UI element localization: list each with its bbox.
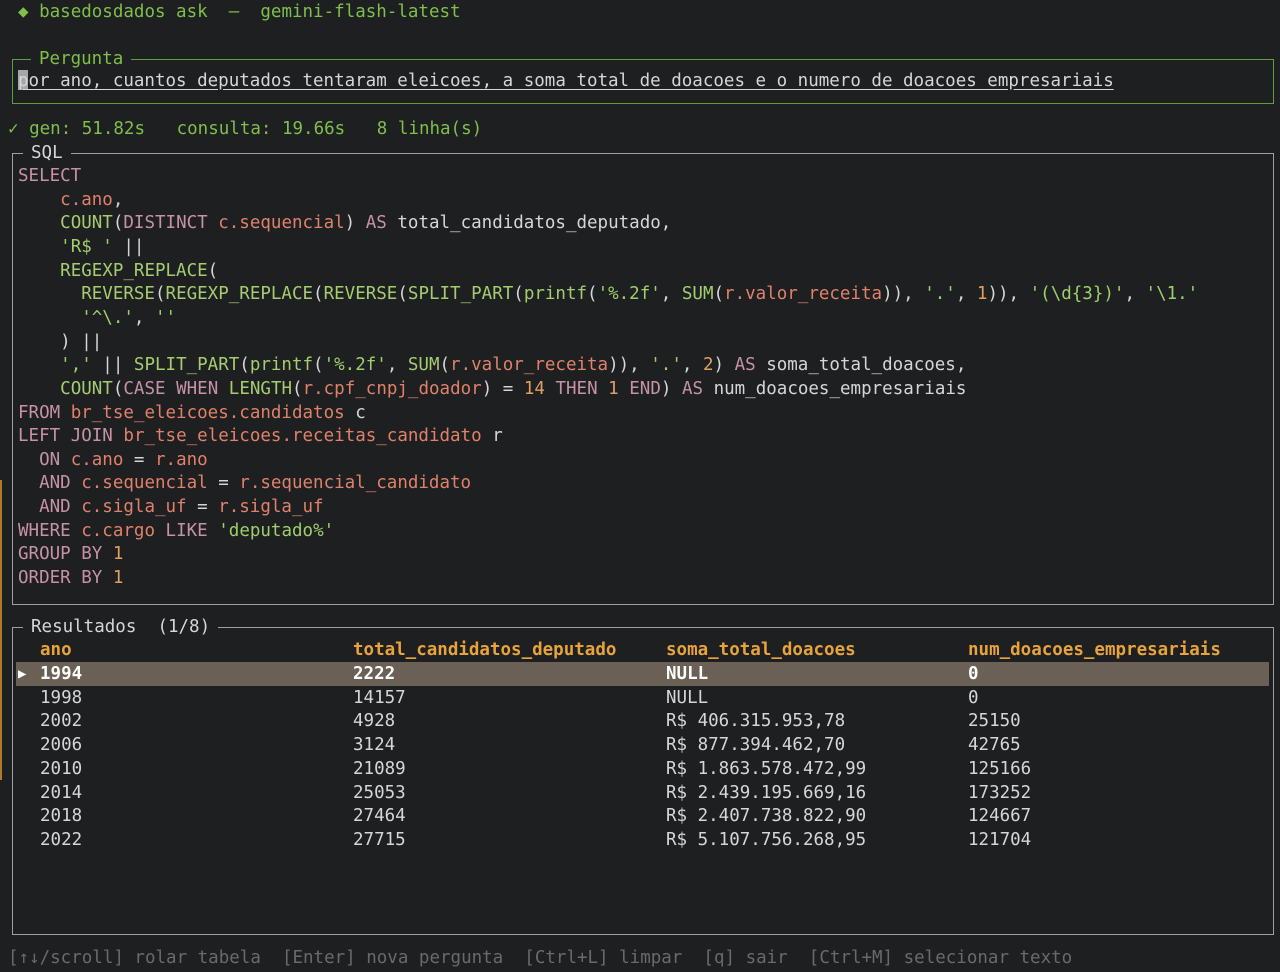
- column-header[interactable]: num_doacoes_empresariais: [968, 638, 1221, 662]
- hint-clear: [Ctrl+L] limpar: [524, 948, 683, 968]
- sql-line: '^\.', '': [81, 307, 177, 328]
- hint-select: [Ctrl+M] selecionar texto: [808, 948, 1073, 968]
- table-cell[interactable]: 0: [968, 686, 979, 710]
- sql-line: GROUP BY 1: [18, 544, 124, 565]
- table-cell[interactable]: 4928: [353, 709, 395, 733]
- column-header[interactable]: total_candidatos_deputado: [353, 638, 616, 662]
- table-cell[interactable]: R$ 1.863.578.472,99: [666, 757, 866, 781]
- sql-line: REVERSE(REGEXP_REPLACE(REVERSE(SPLIT_PAR…: [81, 284, 1199, 305]
- sql-line: COUNT(DISTINCT c.sequencial) AS total_ca…: [60, 213, 672, 234]
- query-time: consulta: 19.66s: [176, 119, 346, 139]
- table-cell[interactable]: 25053: [353, 781, 406, 805]
- keybindings-footer: [↑↓/scroll] rolar tabela [Enter] nova pe…: [8, 946, 1072, 970]
- sql-line: LEFT JOIN br_tse_eleicoes.receitas_candi…: [18, 426, 503, 447]
- table-cell[interactable]: 2018: [40, 804, 82, 828]
- table-cell[interactable]: R$ 406.315.953,78: [666, 709, 845, 733]
- column-header[interactable]: ano: [40, 638, 72, 662]
- sql-line: ORDER BY 1: [18, 568, 124, 589]
- table-cell[interactable]: 42765: [968, 733, 1021, 757]
- table-cell[interactable]: 2002: [40, 709, 82, 733]
- table-cell[interactable]: 0: [968, 662, 979, 686]
- scroll-indicator: [0, 480, 2, 780]
- table-cell[interactable]: 125166: [968, 757, 1031, 781]
- results-page: (1/8): [157, 617, 211, 637]
- text-cursor: [18, 70, 28, 90]
- sql-line: WHERE c.cargo LIKE 'deputado%': [18, 520, 335, 541]
- sql-line: ON c.ano = r.ano: [39, 449, 208, 470]
- sql-label: SQL: [23, 141, 71, 165]
- table-cell[interactable]: 2010: [40, 757, 82, 781]
- diamond-icon: ◆: [18, 2, 29, 22]
- table-cell[interactable]: 2022: [40, 828, 82, 852]
- question-panel: Pergunta por ano, cuantos deputados tent…: [12, 47, 1274, 104]
- table-cell[interactable]: R$ 2.439.195.669,16: [666, 781, 866, 805]
- row-count: 8 linha(s): [376, 119, 483, 139]
- sql-line: COUNT(CASE WHEN LENGTH(r.cpf_cnpj_doador…: [60, 378, 967, 399]
- sql-line: 'R$ ' ||: [60, 236, 145, 257]
- sql-line: ',' || SPLIT_PART(printf('%.2f', SUM(r.v…: [60, 355, 967, 376]
- table-cell[interactable]: 25150: [968, 709, 1021, 733]
- question-input[interactable]: por ano, cuantos deputados tentaram elei…: [18, 69, 1114, 93]
- table-cell[interactable]: 21089: [353, 757, 406, 781]
- title-separator: —: [228, 2, 240, 22]
- table-cell[interactable]: 3124: [353, 733, 395, 757]
- sql-line: AND c.sequencial = r.sequencial_candidat…: [39, 473, 472, 494]
- table-cell[interactable]: R$ 877.394.462,70: [666, 733, 845, 757]
- table-cell[interactable]: R$ 2.407.738.822,90: [666, 804, 866, 828]
- table-cell[interactable]: 2006: [40, 733, 82, 757]
- sql-line: FROM br_tse_eleicoes.candidatos c: [18, 402, 366, 423]
- sql-line: ) ||: [18, 331, 103, 352]
- app-name: basedosdados ask: [39, 2, 208, 22]
- gen-time: gen: 51.82s: [29, 119, 145, 139]
- column-header[interactable]: soma_total_doacoes: [666, 638, 856, 662]
- table-cell[interactable]: 14157: [353, 686, 406, 710]
- table-cell[interactable]: 124667: [968, 804, 1031, 828]
- question-text: por ano, cuantos deputados tentaram elei…: [18, 71, 1114, 91]
- model-name: gemini-flash-latest: [260, 2, 461, 22]
- table-cell[interactable]: 27464: [353, 804, 406, 828]
- table-cell[interactable]: R$ 5.107.756.268,95: [666, 828, 866, 852]
- app-titlebar: ◆ basedosdados ask — gemini-flash-latest: [18, 0, 461, 24]
- table-cell[interactable]: 121704: [968, 828, 1031, 852]
- results-label: Resultados (1/8): [23, 615, 219, 639]
- table-cell[interactable]: 27715: [353, 828, 406, 852]
- sql-line: c.ano,: [60, 189, 124, 210]
- table-cell[interactable]: NULL: [666, 686, 708, 710]
- sql-line: REGEXP_REPLACE(: [60, 260, 219, 281]
- selected-row-highlight: [16, 662, 1269, 686]
- hint-enter: [Enter] nova pergunta: [281, 948, 504, 968]
- sql-line: AND c.sigla_uf = r.sigla_uf: [39, 497, 324, 518]
- table-cell[interactable]: 2222: [353, 662, 395, 686]
- table-cell[interactable]: 1998: [40, 686, 82, 710]
- status-line: ✓ gen: 51.82s consulta: 19.66s 8 linha(s…: [8, 117, 482, 141]
- table-cell[interactable]: 1994: [40, 662, 82, 686]
- table-cell[interactable]: NULL: [666, 662, 708, 686]
- check-icon: ✓: [8, 119, 19, 139]
- sql-line: SELECT: [18, 166, 82, 186]
- table-cell[interactable]: 2014: [40, 781, 82, 805]
- hint-quit: [q] sair: [703, 948, 788, 968]
- table-cell[interactable]: 173252: [968, 781, 1031, 805]
- selected-row-marker: ▶: [18, 666, 27, 682]
- hint-scroll: [↑↓/scroll] rolar tabela: [8, 948, 261, 968]
- question-label: Pergunta: [31, 47, 132, 71]
